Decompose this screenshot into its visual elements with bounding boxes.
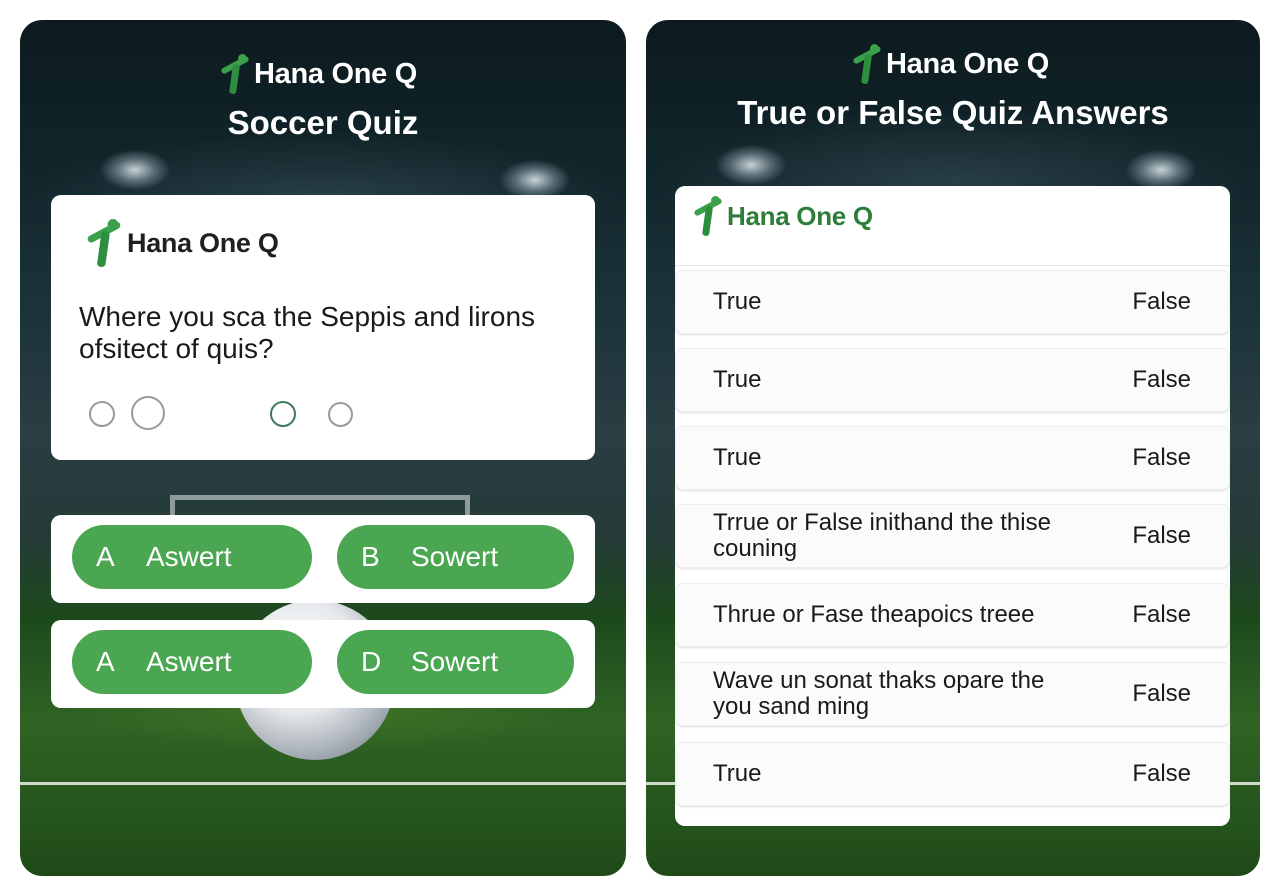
- list-item[interactable]: True False: [675, 742, 1230, 806]
- hana-logo-icon: [84, 219, 125, 268]
- hana-logo-icon: [850, 44, 884, 85]
- answer-letter: A: [96, 541, 115, 572]
- soccer-quiz-panel: Hana One Q Soccer Quiz Hana One Q Where …: [20, 20, 626, 876]
- answer-right: False: [1132, 366, 1191, 393]
- answer-right: False: [1132, 288, 1191, 315]
- answer-label: Sowert: [411, 541, 499, 572]
- header-logo: Hana One Q: [218, 54, 417, 95]
- answer-label: Aswert: [146, 646, 232, 677]
- answer-letter: D: [361, 646, 382, 677]
- answer-right: False: [1132, 522, 1191, 549]
- answer-right: False: [1132, 601, 1191, 628]
- list-item[interactable]: True False: [675, 426, 1230, 490]
- question-text: Where you sca the Seppis and lirons ofsi…: [79, 301, 536, 364]
- answer-row: A Aswert D Sowert: [51, 620, 595, 708]
- radio-option-4[interactable]: [328, 402, 353, 427]
- answer-left: True: [713, 288, 762, 315]
- stadium-light: [500, 160, 570, 200]
- answer-button-d[interactable]: D Sowert: [337, 630, 574, 694]
- logo-text: Hana One Q: [254, 57, 417, 90]
- answer-letter: A: [96, 646, 115, 677]
- stadium-light: [1126, 150, 1196, 190]
- list-item[interactable]: True False: [675, 270, 1230, 334]
- list-item[interactable]: True False: [675, 348, 1230, 412]
- card-logo: Hana One Q: [86, 219, 279, 268]
- answer-left: True: [713, 366, 762, 393]
- answer-left: True: [713, 444, 762, 471]
- list-item[interactable]: Wave un sonat thaks opare the you sand m…: [675, 662, 1230, 726]
- stadium-light: [100, 150, 170, 190]
- list-item[interactable]: Thrue or Fase theapoics treee False: [675, 583, 1230, 647]
- answer-letter: B: [361, 541, 380, 572]
- hana-logo-icon: [691, 196, 725, 237]
- answer-label: Sowert: [411, 646, 499, 677]
- page-title: Soccer Quiz: [227, 104, 419, 141]
- list-header: Hana One Q: [675, 186, 1230, 266]
- answer-right: False: [1132, 680, 1191, 707]
- answer-left: True: [713, 760, 762, 787]
- question-card: Hana One Q Where you sca the Seppis and …: [51, 195, 595, 460]
- list-logo: Hana One Q: [691, 196, 873, 237]
- answer-right: False: [1132, 760, 1191, 787]
- hana-logo-icon: [218, 54, 252, 95]
- answer-label: Aswert: [146, 541, 232, 572]
- answers-panel: Hana One Q True or False Quiz Answers Ha…: [646, 20, 1260, 876]
- answer-button-a[interactable]: A Aswert: [72, 525, 312, 589]
- radio-option-1[interactable]: [89, 401, 115, 427]
- answer-button-a2[interactable]: A Aswert: [72, 630, 312, 694]
- stadium-light: [716, 145, 786, 185]
- list-item[interactable]: Trrue or False inithand the thise counin…: [675, 504, 1230, 568]
- answer-left: Wave un sonat thaks opare the you sand m…: [713, 667, 1045, 720]
- page-title: True or False Quiz Answers: [737, 94, 1169, 131]
- radio-option-3[interactable]: [270, 401, 296, 427]
- answers-list: Hana One Q True False True False True Fa…: [675, 186, 1230, 826]
- header-logo: Hana One Q: [850, 44, 1049, 85]
- radio-option-2[interactable]: [131, 396, 165, 430]
- answer-left: Trrue or False inithand the thise counin…: [713, 509, 1051, 562]
- field-line: [20, 782, 626, 785]
- answer-button-b[interactable]: B Sowert: [337, 525, 574, 589]
- answer-right: False: [1132, 444, 1191, 471]
- logo-text: Hana One Q: [727, 200, 873, 231]
- logo-text: Hana One Q: [886, 47, 1049, 80]
- answer-left: Thrue or Fase theapoics treee: [713, 601, 1035, 628]
- logo-text: Hana One Q: [127, 227, 279, 258]
- answer-row: A Aswert B Sowert: [51, 515, 595, 603]
